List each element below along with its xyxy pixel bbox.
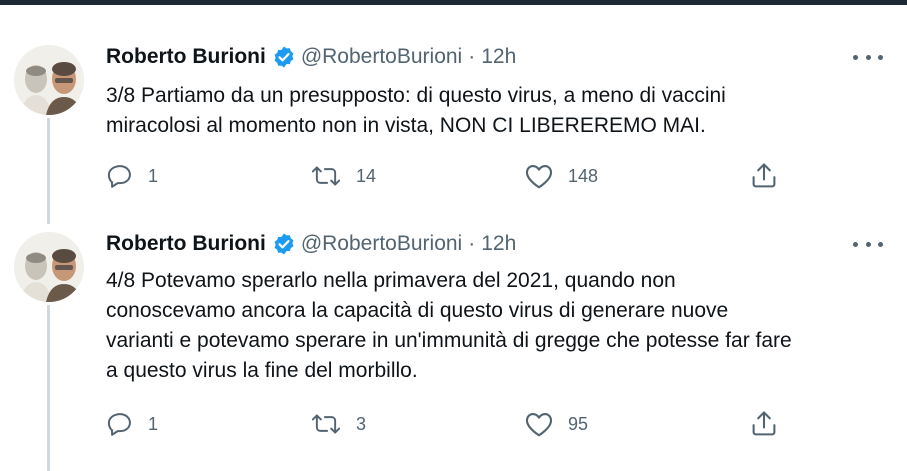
verified-badge-icon	[272, 45, 296, 69]
author-name[interactable]: Roberto Burioni	[106, 232, 266, 256]
tweet[interactable]: Roberto Burioni @RobertoBurioni · 12h 3/…	[0, 0, 907, 215]
like-button[interactable]: 148	[524, 159, 598, 193]
more-options-icon[interactable]	[853, 47, 883, 67]
share-button[interactable]	[750, 407, 778, 441]
tweet[interactable]: Roberto Burioni @RobertoBurioni · 12h 4/…	[0, 215, 907, 471]
separator-dot: ·	[468, 232, 476, 255]
like-button[interactable]: 95	[524, 407, 588, 441]
retweet-button[interactable]: 3	[310, 407, 366, 441]
share-icon	[752, 163, 776, 188]
reply-button[interactable]: 1	[106, 159, 158, 193]
separator-dot: ·	[468, 45, 476, 68]
like-count: 148	[568, 165, 599, 186]
share-button[interactable]	[750, 159, 778, 193]
more-options-icon[interactable]	[853, 234, 883, 254]
tweet-text-line: a questo virus la fine del morbillo.	[106, 359, 418, 382]
heart-icon	[525, 412, 553, 437]
share-icon	[752, 411, 776, 436]
heart-icon	[525, 164, 553, 189]
tweet-text: 3/8 Partiamo da un presupposto: di quest…	[106, 81, 886, 141]
verified-badge-icon	[272, 232, 296, 256]
retweet-count: 3	[356, 413, 367, 434]
retweet-icon	[311, 166, 341, 186]
tweet-text-line: miracolosi al momento non in vista, NON …	[106, 114, 706, 137]
tweet-timestamp[interactable]: 12h	[481, 45, 516, 69]
tweet-text-line: conoscevamo ancora la capacità di questo…	[106, 299, 729, 322]
tweet-text-line: varianti e potevamo sperare in un'immuni…	[106, 329, 792, 352]
reply-count: 1	[148, 413, 159, 434]
tweet-timestamp[interactable]: 12h	[481, 232, 516, 256]
retweet-count: 14	[356, 165, 377, 186]
avatar[interactable]	[14, 45, 84, 115]
tweet-text-line: 4/8 Potevamo sperarlo nella primavera de…	[106, 269, 676, 292]
author-handle[interactable]: @RobertoBurioni	[301, 45, 462, 69]
tweet-actions: 1 14 148	[0, 159, 907, 193]
reply-button[interactable]: 1	[106, 407, 158, 441]
author-name[interactable]: Roberto Burioni	[106, 45, 266, 69]
retweet-icon	[311, 414, 341, 434]
like-count: 95	[568, 413, 589, 434]
tweet-text: 4/8 Potevamo sperarlo nella primavera de…	[106, 266, 886, 386]
avatar[interactable]	[14, 232, 84, 302]
reply-icon	[107, 413, 131, 436]
tweet-actions: 1 3 95	[0, 407, 907, 441]
reply-icon	[107, 165, 131, 188]
author-handle[interactable]: @RobertoBurioni	[301, 232, 462, 256]
tweet-text-line: 3/8 Partiamo da un presupposto: di quest…	[106, 84, 726, 107]
retweet-button[interactable]: 14	[310, 159, 376, 193]
reply-count: 1	[148, 165, 159, 186]
